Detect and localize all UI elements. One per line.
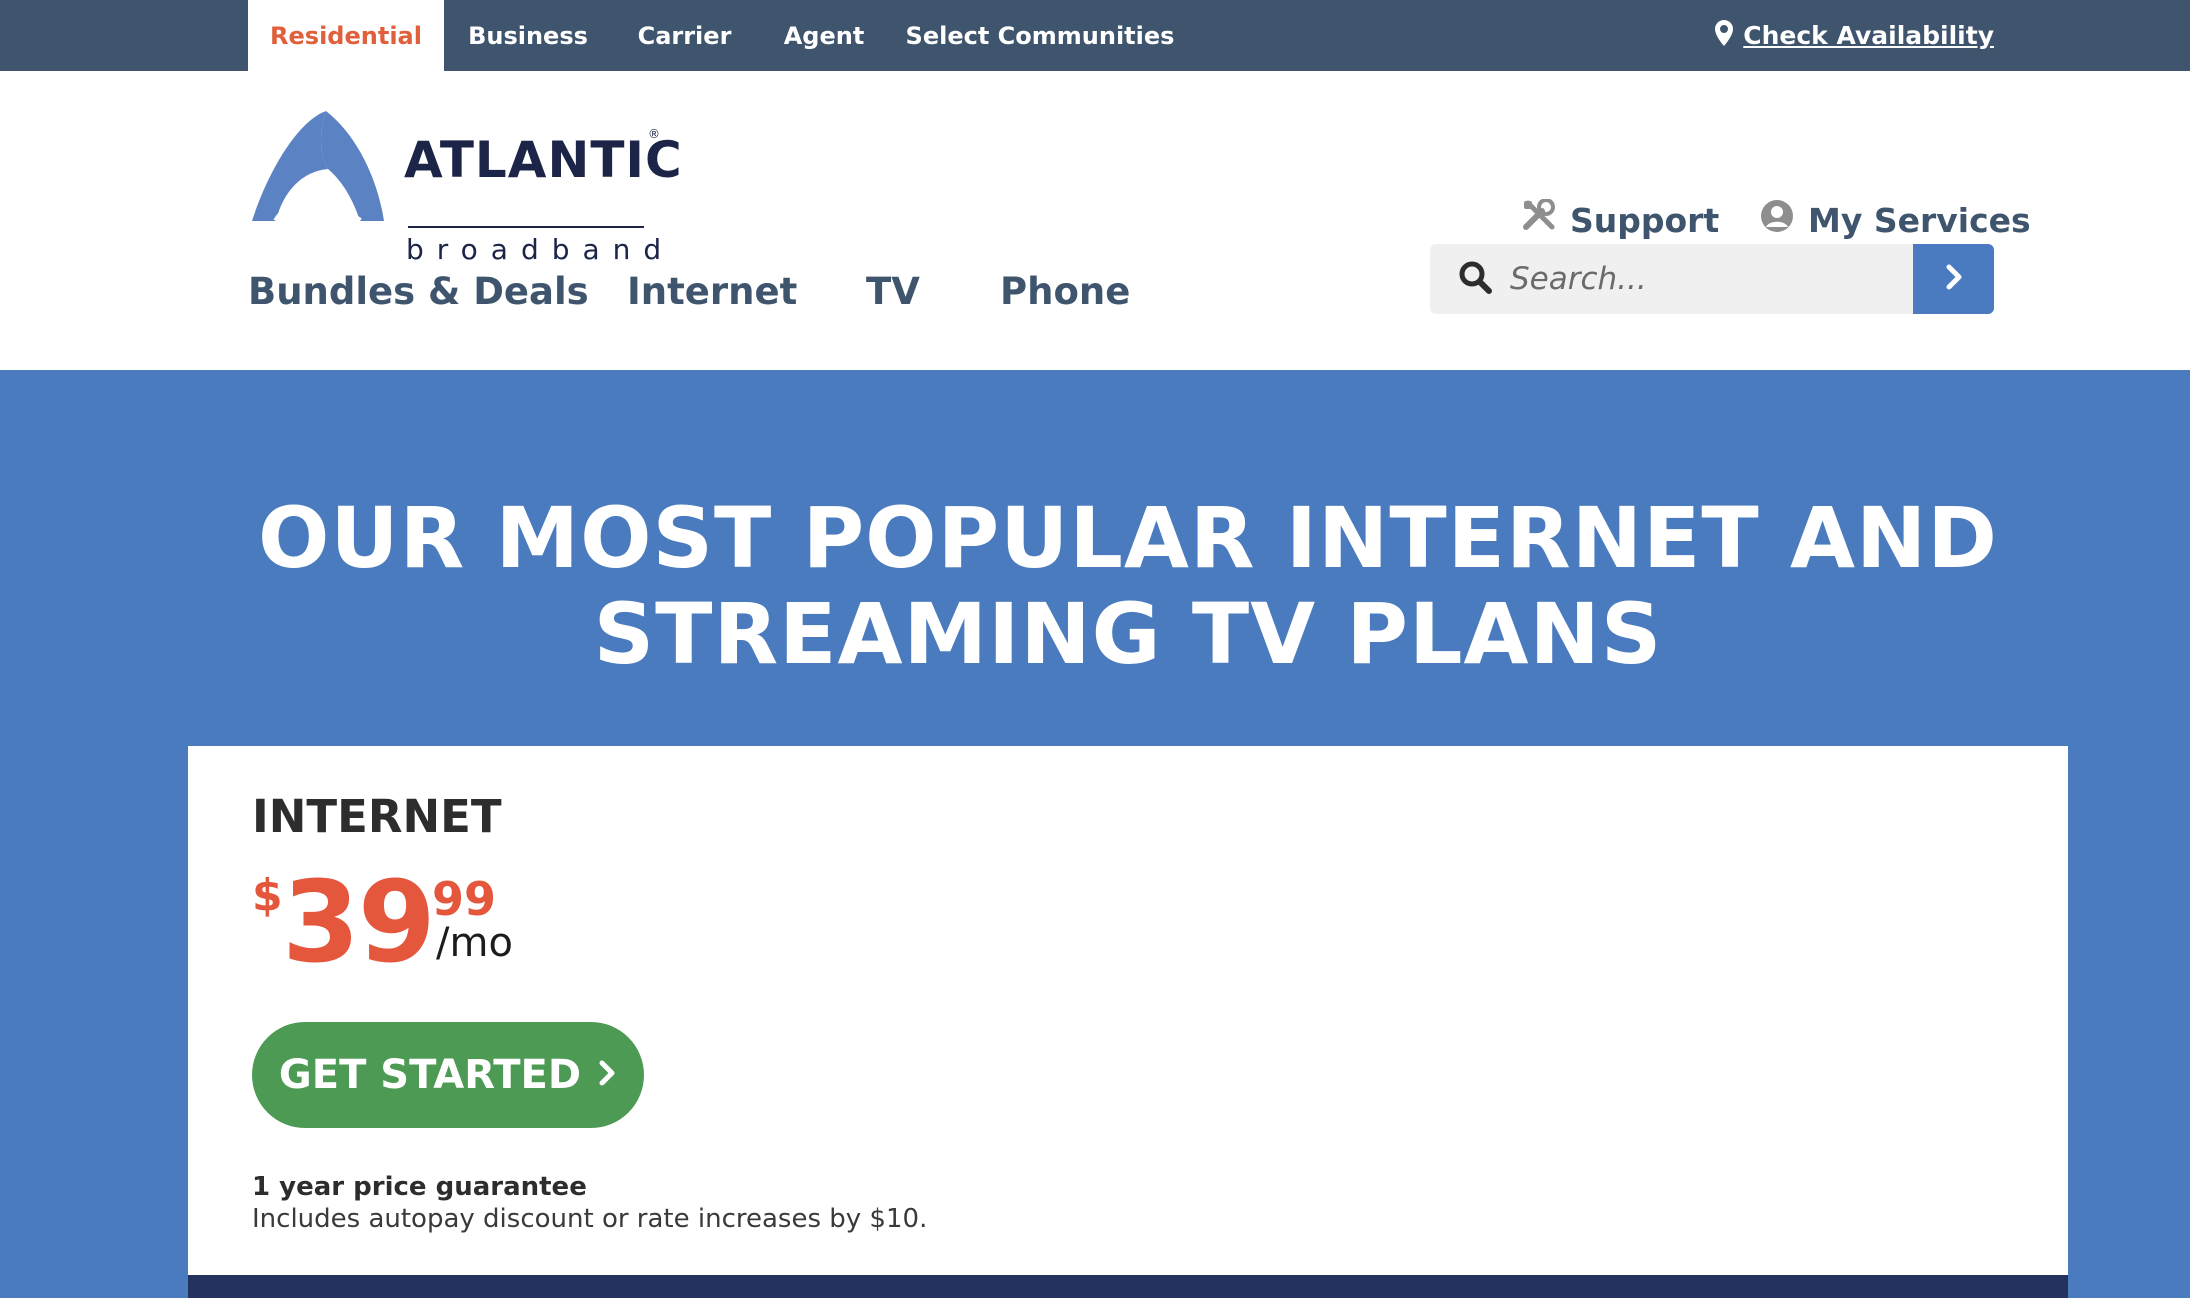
logo-divider [408,226,644,228]
chevron-right-icon [597,1052,617,1098]
price-currency: $ [252,870,283,921]
search-icon [1458,260,1492,298]
nav-tv[interactable]: TV [866,270,920,313]
card-footer-strip [188,1275,2068,1298]
logo-registered-mark: ® [648,127,660,141]
logo-sub-text: broadband [406,233,675,266]
nav-phone[interactable]: Phone [1000,270,1130,313]
search-input[interactable] [1510,261,1890,297]
price-period: /mo [436,920,513,966]
atlantic-broadband-logo[interactable]: ATLANTIC ® broadband [248,111,682,266]
search-field[interactable] [1430,244,1913,314]
get-started-label: GET STARTED [278,1052,582,1098]
tab-carrier[interactable]: Carrier [612,0,757,71]
autopay-disclaimer: Includes autopay discount or rate increa… [252,1204,928,1234]
map-pin-icon [1715,19,1734,52]
price-cents: 99 [432,872,497,926]
support-link[interactable]: Support [1522,198,1720,241]
check-availability-link[interactable]: Check Availability [1715,0,1994,71]
tab-agent[interactable]: Agent [757,0,891,71]
price-guarantee: 1 year price guarantee [252,1172,587,1202]
internet-plan-card: INTERNET $ 39 99 /mo GET STARTED 1 year … [188,746,2068,1298]
check-availability-label: Check Availability [1743,21,1994,50]
tools-icon [1522,198,1556,241]
hero-title-line-2: STREAMING TV PLANS [593,585,1663,683]
my-services-link[interactable]: My Services [1760,199,2031,241]
top-utility-bar: Residential Business Carrier Agent Selec… [0,0,2190,71]
site-header: ATLANTIC ® broadband Support My Services… [0,71,2190,370]
plan-title: INTERNET [252,790,502,843]
hero-title: OUR MOST POPULAR INTERNET AND STREAMING … [0,490,2190,682]
price-whole: 39 [282,858,436,988]
get-started-button[interactable]: GET STARTED [252,1022,644,1128]
user-circle-icon [1760,199,1794,241]
hero-title-line-1: OUR MOST POPULAR INTERNET AND [258,489,1998,587]
logo-brand-text: ATLANTIC [404,131,683,189]
tab-select-communities[interactable]: Select Communities [891,0,1189,71]
tab-business[interactable]: Business [444,0,612,71]
chevron-right-icon [1944,263,1964,295]
support-label: Support [1570,200,1720,240]
my-services-label: My Services [1808,200,2031,240]
nav-bundles-deals[interactable]: Bundles & Deals [248,270,589,313]
tab-residential[interactable]: Residential [248,0,444,71]
logo-arch-icon [252,111,384,223]
nav-internet[interactable]: Internet [627,270,797,313]
search-bar [1430,244,1994,314]
search-submit-button[interactable] [1913,244,1994,314]
